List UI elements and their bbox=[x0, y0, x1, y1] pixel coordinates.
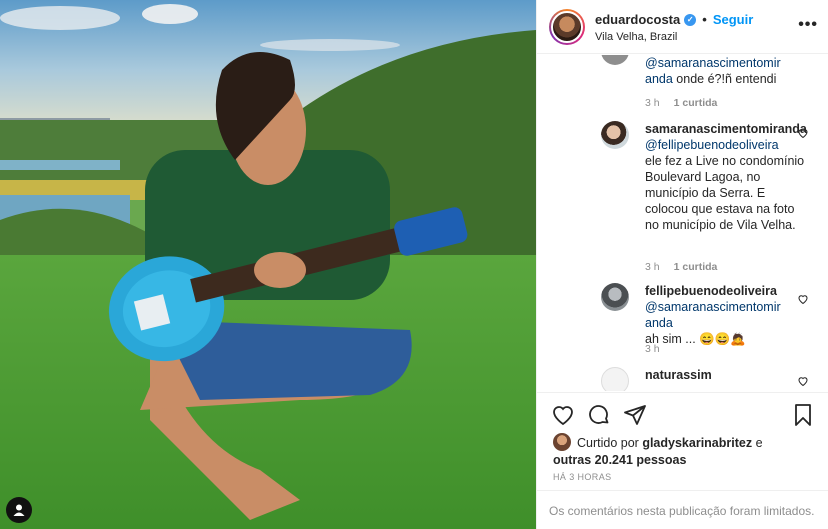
liker-username[interactable]: gladyskarinabritez bbox=[642, 436, 752, 450]
post-image bbox=[0, 0, 536, 529]
author-username[interactable]: eduardocosta bbox=[595, 12, 680, 27]
heart-icon[interactable] bbox=[551, 403, 575, 427]
post-photo[interactable] bbox=[0, 0, 536, 529]
post-actions: Curtido por gladyskarinabritez e outras … bbox=[537, 392, 828, 488]
likes-prefix: Curtido por bbox=[577, 436, 639, 450]
commenter-avatar[interactable] bbox=[601, 283, 629, 311]
comment-text: onde é?!ñ entendi bbox=[676, 72, 777, 86]
comment-like-icon[interactable] bbox=[797, 375, 809, 387]
comment-icon[interactable] bbox=[587, 403, 611, 427]
comment-time: 3 h bbox=[645, 261, 660, 273]
post-side-panel: eduardocosta ✓ • Seguir Vila Velha, Braz… bbox=[536, 0, 828, 529]
comment-text: ah sim ... 😄😄🙇 bbox=[645, 332, 746, 346]
comment-text: ele fez a Live no condomínio Boulevard L… bbox=[645, 154, 805, 232]
author-avatar[interactable] bbox=[549, 9, 585, 45]
commenter-avatar[interactable] bbox=[601, 121, 629, 149]
likes-summary: Curtido por gladyskarinabritez e outras … bbox=[553, 433, 763, 469]
user-tag-icon[interactable] bbox=[6, 497, 32, 523]
post-header: eduardocosta ✓ • Seguir Vila Velha, Braz… bbox=[537, 0, 828, 54]
likes-others[interactable]: outras 20.241 pessoas bbox=[553, 453, 686, 467]
follow-button[interactable]: Seguir bbox=[713, 12, 753, 27]
comment-time: 3 h bbox=[645, 97, 660, 109]
commenter-avatar[interactable] bbox=[601, 367, 629, 391]
post-time[interactable]: HÁ 3 HORAS bbox=[553, 472, 612, 482]
comment-like-icon[interactable] bbox=[797, 127, 809, 139]
comments-list[interactable]: @samaranascimentomir anda onde é?!ñ ente… bbox=[537, 55, 828, 391]
separator-dot: • bbox=[702, 12, 707, 27]
comment-username[interactable]: fellipebuenodeoliveira bbox=[645, 283, 805, 299]
more-options-button[interactable]: ••• bbox=[798, 16, 818, 34]
comment-likes[interactable]: 1 curtida bbox=[674, 261, 718, 273]
bookmark-icon[interactable] bbox=[791, 403, 815, 427]
commenter-avatar[interactable] bbox=[601, 55, 629, 65]
liker-avatar[interactable] bbox=[553, 433, 571, 451]
comment-mention[interactable]: @samaranascimentomir anda bbox=[645, 299, 805, 331]
comment-username[interactable]: naturassim bbox=[645, 367, 805, 383]
comment-mention[interactable]: @fellipebuenodeoliveira bbox=[645, 137, 805, 153]
comment-time: 3 h bbox=[645, 343, 660, 355]
comment-username[interactable]: samaranascimentomiranda bbox=[645, 121, 807, 137]
comment-like-icon[interactable] bbox=[797, 293, 809, 305]
comments-limited-notice: Os comentários nesta publicação foram li… bbox=[537, 490, 828, 529]
verified-icon: ✓ bbox=[684, 13, 697, 26]
comment-likes[interactable]: 1 curtida bbox=[674, 97, 718, 109]
share-icon[interactable] bbox=[623, 403, 647, 427]
post-location[interactable]: Vila Velha, Brazil bbox=[595, 31, 677, 43]
likes-mid: e bbox=[755, 436, 763, 450]
